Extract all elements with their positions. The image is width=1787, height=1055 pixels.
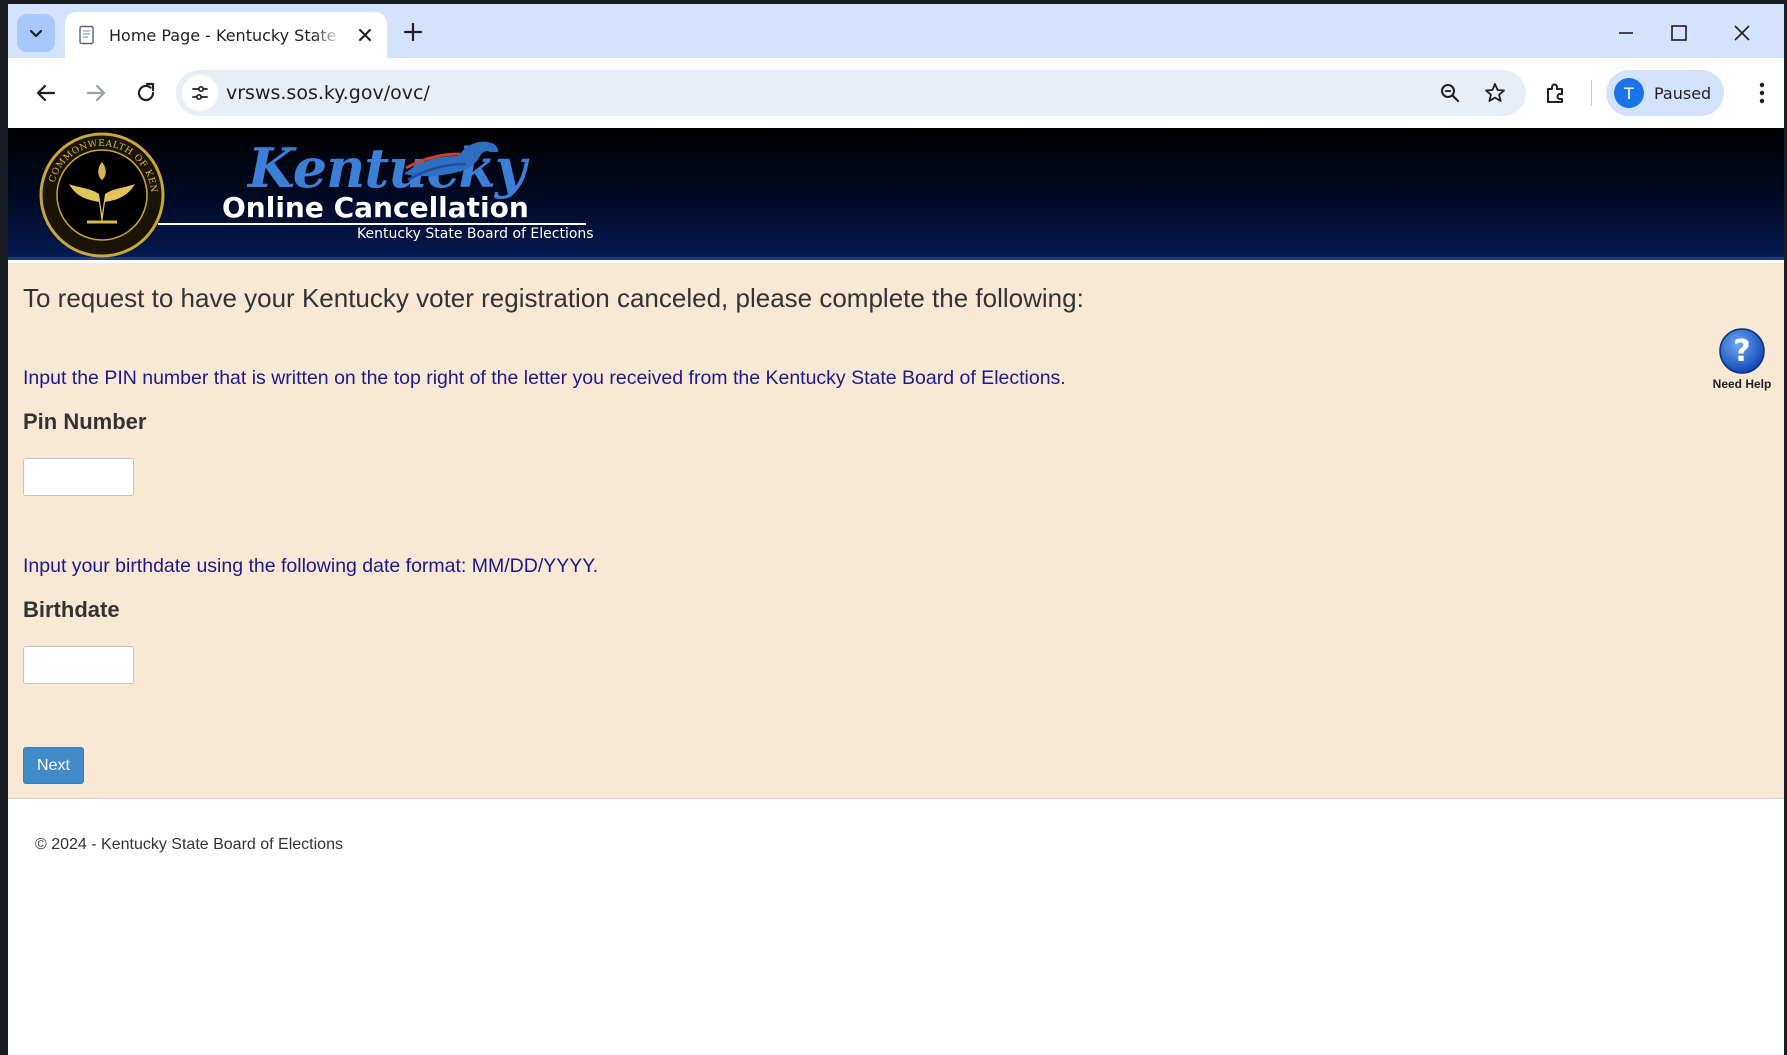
horse-icon	[404, 141, 499, 182]
birthdate-label: Birthdate	[23, 597, 120, 622]
need-help-label: Need Help	[1712, 377, 1772, 391]
avatar: T	[1614, 78, 1644, 108]
browser-window: Home Page - Kentucky State Board of Elec…	[8, 4, 1784, 1055]
window-close-icon[interactable]	[1731, 22, 1753, 44]
web-page: COMMONWEALTH OF KENTUCKY · OFFICE OF SEC…	[8, 128, 1784, 1055]
reload-icon[interactable]	[133, 80, 159, 106]
page-icon	[79, 25, 94, 45]
chevron-down-icon	[29, 29, 43, 38]
url-text[interactable]: vrsws.sos.ky.gov/ovc/	[226, 82, 430, 104]
banner-title: Online Cancellation	[222, 191, 529, 224]
cancellation-form: To request to have your Kentucky voter r…	[8, 263, 1784, 799]
tab-search-button[interactable]	[17, 14, 55, 52]
maximize-icon[interactable]	[1668, 22, 1690, 44]
zoom-icon[interactable]	[1438, 81, 1462, 105]
footer-copyright: © 2024 - Kentucky State Board of Electio…	[35, 836, 343, 853]
form-intro: To request to have your Kentucky voter r…	[23, 283, 1084, 313]
tab-title: Home Page - Kentucky State Board of Elec…	[109, 25, 341, 45]
pin-instruction: Input the PIN number that is written on …	[23, 367, 1066, 389]
pin-input[interactable]	[23, 458, 134, 496]
bookmark-star-icon[interactable]	[1483, 81, 1507, 105]
need-help-button[interactable]: ? Need Help	[1704, 327, 1780, 391]
help-question-icon: ?	[1719, 328, 1765, 374]
banner-tagline: Kentucky State Board of Elections	[357, 226, 594, 242]
minimize-icon[interactable]	[1615, 22, 1637, 44]
next-button[interactable]: Next	[23, 747, 84, 784]
profile-status: Paused	[1654, 83, 1712, 103]
svg-text:?: ?	[1733, 334, 1750, 369]
close-icon[interactable]	[355, 25, 375, 45]
banner-rule	[158, 223, 586, 225]
extensions-icon[interactable]	[1543, 80, 1569, 106]
tab-active[interactable]: Home Page - Kentucky State Board of Elec…	[65, 12, 387, 58]
kentucky-seal-logo: COMMONWEALTH OF KENTUCKY · OFFICE OF SEC…	[39, 132, 165, 258]
birthdate-instruction: Input your birthdate using the following…	[23, 555, 599, 577]
more-vert-icon[interactable]	[1752, 78, 1772, 108]
tab-strip: Home Page - Kentucky State Board of Elec…	[8, 4, 1784, 58]
tune-icon	[192, 85, 208, 101]
browser-toolbar: vrsws.sos.ky.gov/ovc/ T Paused	[8, 58, 1784, 128]
site-info-button[interactable]	[182, 75, 218, 111]
new-tab-icon[interactable]	[401, 20, 425, 44]
address-bar[interactable]: vrsws.sos.ky.gov/ovc/	[176, 70, 1526, 116]
back-arrow-icon[interactable]	[33, 80, 59, 106]
profile-button[interactable]: T Paused	[1606, 70, 1724, 116]
pin-label: Pin Number	[23, 409, 147, 434]
site-banner: COMMONWEALTH OF KENTUCKY · OFFICE OF SEC…	[8, 128, 1784, 260]
toolbar-divider	[1591, 80, 1592, 106]
birthdate-input[interactable]	[23, 646, 134, 684]
forward-arrow-icon[interactable]	[83, 80, 109, 106]
